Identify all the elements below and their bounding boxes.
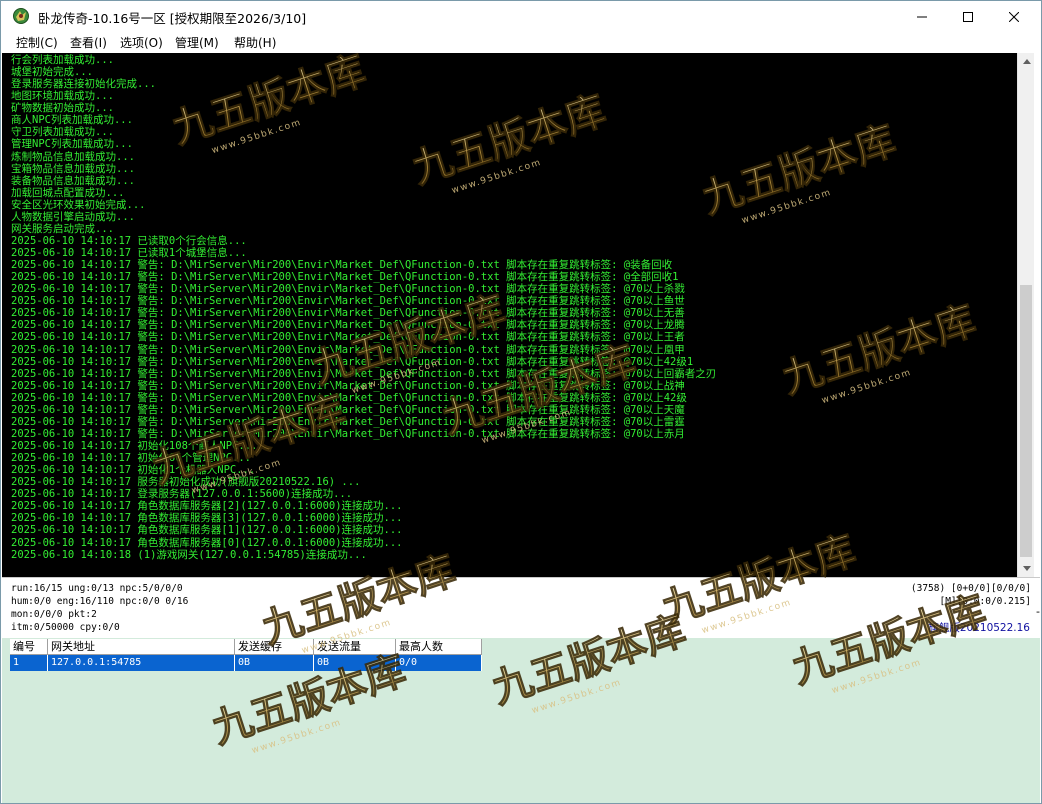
log-line: 2025-06-10 14:10:17 角色数据库服务器[2](127.0.0.…: [11, 500, 403, 513]
menu-options[interactable]: 选项(O): [120, 34, 163, 51]
log-line: 人物数据引擎启动成功...: [11, 210, 135, 223]
status-line-mon: mon:0/0/0 pkt:2: [11, 609, 97, 620]
log-line: 矿物数据初始成功...: [11, 102, 114, 115]
menu-bar: 控制(C) 查看(I) 选项(O) 管理(M) 帮助(H): [1, 32, 1041, 52]
gate-send-traffic-cell: 0B: [314, 655, 396, 671]
status-counter-mem: [M][0:0:0/0.215]: [939, 596, 1031, 607]
gate-max-users-cell: 0/0: [396, 655, 482, 671]
gate-table: 编号 网关地址 发送缓存 发送流量 最高人数 1 127.0.0.1:54785…: [10, 639, 482, 671]
menu-view[interactable]: 查看(I): [70, 34, 107, 51]
scroll-down-arrow-icon[interactable]: [1018, 560, 1035, 577]
log-line: 2025-06-10 14:10:17 角色数据库服务器[1](127.0.0.…: [11, 524, 403, 537]
log-console[interactable]: 行会列表加载成功... 城堡初始完成... 登录服务器连接初始化完成... 地图环境加…: [2, 53, 1017, 577]
log-line: 城堡初始完成...: [11, 66, 93, 79]
menu-manage[interactable]: 管理(M): [175, 34, 219, 51]
log-lines: 行会列表加载成功... 城堡初始完成... 登录服务器连接初始化完成... 地图环境加…: [11, 54, 1011, 561]
log-line: 2025-06-10 14:10:17 已读取0个行会信息...: [11, 234, 247, 247]
table-row[interactable]: 1 127.0.0.1:54785 0B 0B 0/0: [10, 655, 482, 671]
console-scrollbar[interactable]: [1017, 53, 1034, 577]
app-icon: [12, 7, 30, 25]
window-title: 卧龙传奇-10.16号一区 [授权期限至2026/3/10]: [38, 11, 307, 26]
log-line: 2025-06-10 14:10:17 警告: D:\MirServer\Mir…: [11, 307, 685, 320]
scrollbar-thumb[interactable]: [1020, 285, 1032, 557]
status-stats: run:16/15 ung:0/13 npc:5/0/0/0 hum:0/0 e…: [11, 582, 188, 634]
status-line-run: run:16/15 ung:0/13 npc:5/0/0/0: [11, 583, 183, 594]
log-line: 2025-06-10 14:10:17 角色数据库服务器[3](127.0.0.…: [11, 512, 403, 525]
log-line: 2025-06-10 14:10:17 警告: D:\MirServer\Mir…: [11, 271, 679, 284]
log-line: 炼制物品信息加载成功...: [11, 150, 135, 163]
column-header-send-traffic[interactable]: 发送流量: [314, 639, 396, 655]
minimize-button[interactable]: [899, 1, 945, 32]
status-counters: (3758) [0+0/0][0/0/0] [M][0:0:0/0.215]: [911, 582, 1031, 608]
close-icon: [1009, 11, 1019, 22]
status-panel: run:16/15 ung:0/13 npc:5/0/0/0 hum:0/0 e…: [2, 577, 1040, 637]
log-line: 2025-06-10 14:10:17 警告: D:\MirServer\Mir…: [11, 415, 685, 428]
log-line: 2025-06-10 14:10:17 警告: D:\MirServer\Mir…: [11, 295, 685, 308]
gate-send-cache-cell: 0B: [235, 655, 314, 671]
log-line: 2025-06-10 14:10:17 警告: D:\MirServer\Mir…: [11, 391, 687, 404]
maximize-icon: [963, 11, 973, 22]
log-line: 2025-06-10 14:10:17 服务器初始化成功(旗舰版20210522…: [11, 476, 361, 489]
column-header-id[interactable]: 编号: [10, 639, 48, 655]
scroll-up-arrow-icon[interactable]: [1018, 53, 1035, 70]
title-bar[interactable]: 卧龙传奇-10.16号一区 [授权期限至2026/3/10]: [1, 1, 1041, 32]
log-line: 2025-06-10 14:10:17 警告: D:\MirServer\Mir…: [11, 379, 685, 392]
log-line: 2025-06-10 14:10:17 警告: D:\MirServer\Mir…: [11, 343, 685, 356]
log-line: 管理NPC列表加载成功...: [11, 138, 133, 151]
status-dash: -: [1036, 605, 1040, 618]
log-line: 登录服务器连接初始化完成...: [11, 78, 156, 91]
close-button[interactable]: [991, 1, 1037, 32]
log-line: 加载回城点配置成功...: [11, 186, 125, 199]
log-line: 安全区光环效果初始完成...: [11, 198, 146, 211]
log-line: 行会列表加载成功...: [11, 54, 114, 66]
version-label: 旗舰版20210522.16: [928, 622, 1030, 634]
log-line: 2025-06-10 14:10:17 警告: D:\MirServer\Mir…: [11, 367, 717, 380]
log-line: 网关服务启动完成...: [11, 222, 114, 235]
app-window: 卧龙传奇-10.16号一区 [授权期限至2026/3/10] 控制(C) 查看(…: [0, 0, 1042, 804]
log-line: 2025-06-10 14:10:17 警告: D:\MirServer\Mir…: [11, 355, 694, 368]
log-line: 地图环境加载成功...: [11, 90, 114, 103]
log-line: 2025-06-10 14:10:17 警告: D:\MirServer\Mir…: [11, 319, 685, 332]
log-line: 宝箱物品信息加载成功...: [11, 162, 135, 175]
log-line: 2025-06-10 14:10:17 警告: D:\MirServer\Mir…: [11, 283, 685, 296]
log-line: 2025-06-10 14:10:17 初始化108个商人NPC...: [11, 440, 258, 452]
minimize-icon: [917, 16, 927, 17]
log-line: 2025-06-10 14:10:17 警告: D:\MirServer\Mir…: [11, 403, 685, 416]
status-line-hum: hum:0/0 eng:16/110 npc:0/0 0/16: [11, 596, 189, 607]
log-line: 2025-06-10 14:10:18 (1)游戏网关(127.0.0.1:54…: [11, 548, 367, 561]
gate-list-area: 编号 网关地址 发送缓存 发送流量 最高人数 1 127.0.0.1:54785…: [2, 638, 1040, 803]
gate-address-cell: 127.0.0.1:54785: [48, 655, 235, 671]
log-line: 2025-06-10 14:10:17 已读取1个城堡信息...: [11, 247, 247, 259]
log-line: 2025-06-10 14:10:17 警告: D:\MirServer\Mir…: [11, 427, 685, 440]
log-line: 2025-06-10 14:10:17 角色数据库服务器[0](127.0.0.…: [11, 536, 403, 549]
log-line: 2025-06-10 14:10:17 警告: D:\MirServer\Mir…: [11, 331, 685, 344]
maximize-button[interactable]: [945, 1, 991, 32]
status-line-itm: itm:0/50000 cpy:0/0: [11, 622, 120, 633]
log-line: 守卫列表加载成功...: [11, 126, 114, 139]
gate-id-cell: 1: [10, 655, 48, 671]
gate-table-header: 编号 网关地址 发送缓存 发送流量 最高人数: [10, 639, 482, 655]
status-counter-conn: (3758) [0+0/0][0/0/0]: [910, 583, 1031, 594]
column-header-send-cache[interactable]: 发送缓存: [235, 639, 314, 655]
log-line: 2025-06-10 14:10:17 初始化1个机器人NPC...: [11, 464, 256, 477]
menu-control[interactable]: 控制(C): [16, 34, 58, 51]
menu-help[interactable]: 帮助(H): [234, 34, 276, 51]
log-line: 2025-06-10 14:10:17 警告: D:\MirServer\Mir…: [11, 259, 673, 272]
log-line: 装备物品信息加载成功...: [11, 174, 135, 187]
column-header-address[interactable]: 网关地址: [48, 639, 235, 655]
log-line: 商人NPC列表加载成功...: [11, 114, 133, 127]
log-line: 2025-06-10 14:10:17 初始化66个管理NPC...: [11, 452, 252, 465]
log-line: 2025-06-10 14:10:17 登录服务器(127.0.0.1:5600…: [11, 488, 353, 501]
column-header-max-users[interactable]: 最高人数: [396, 639, 482, 655]
